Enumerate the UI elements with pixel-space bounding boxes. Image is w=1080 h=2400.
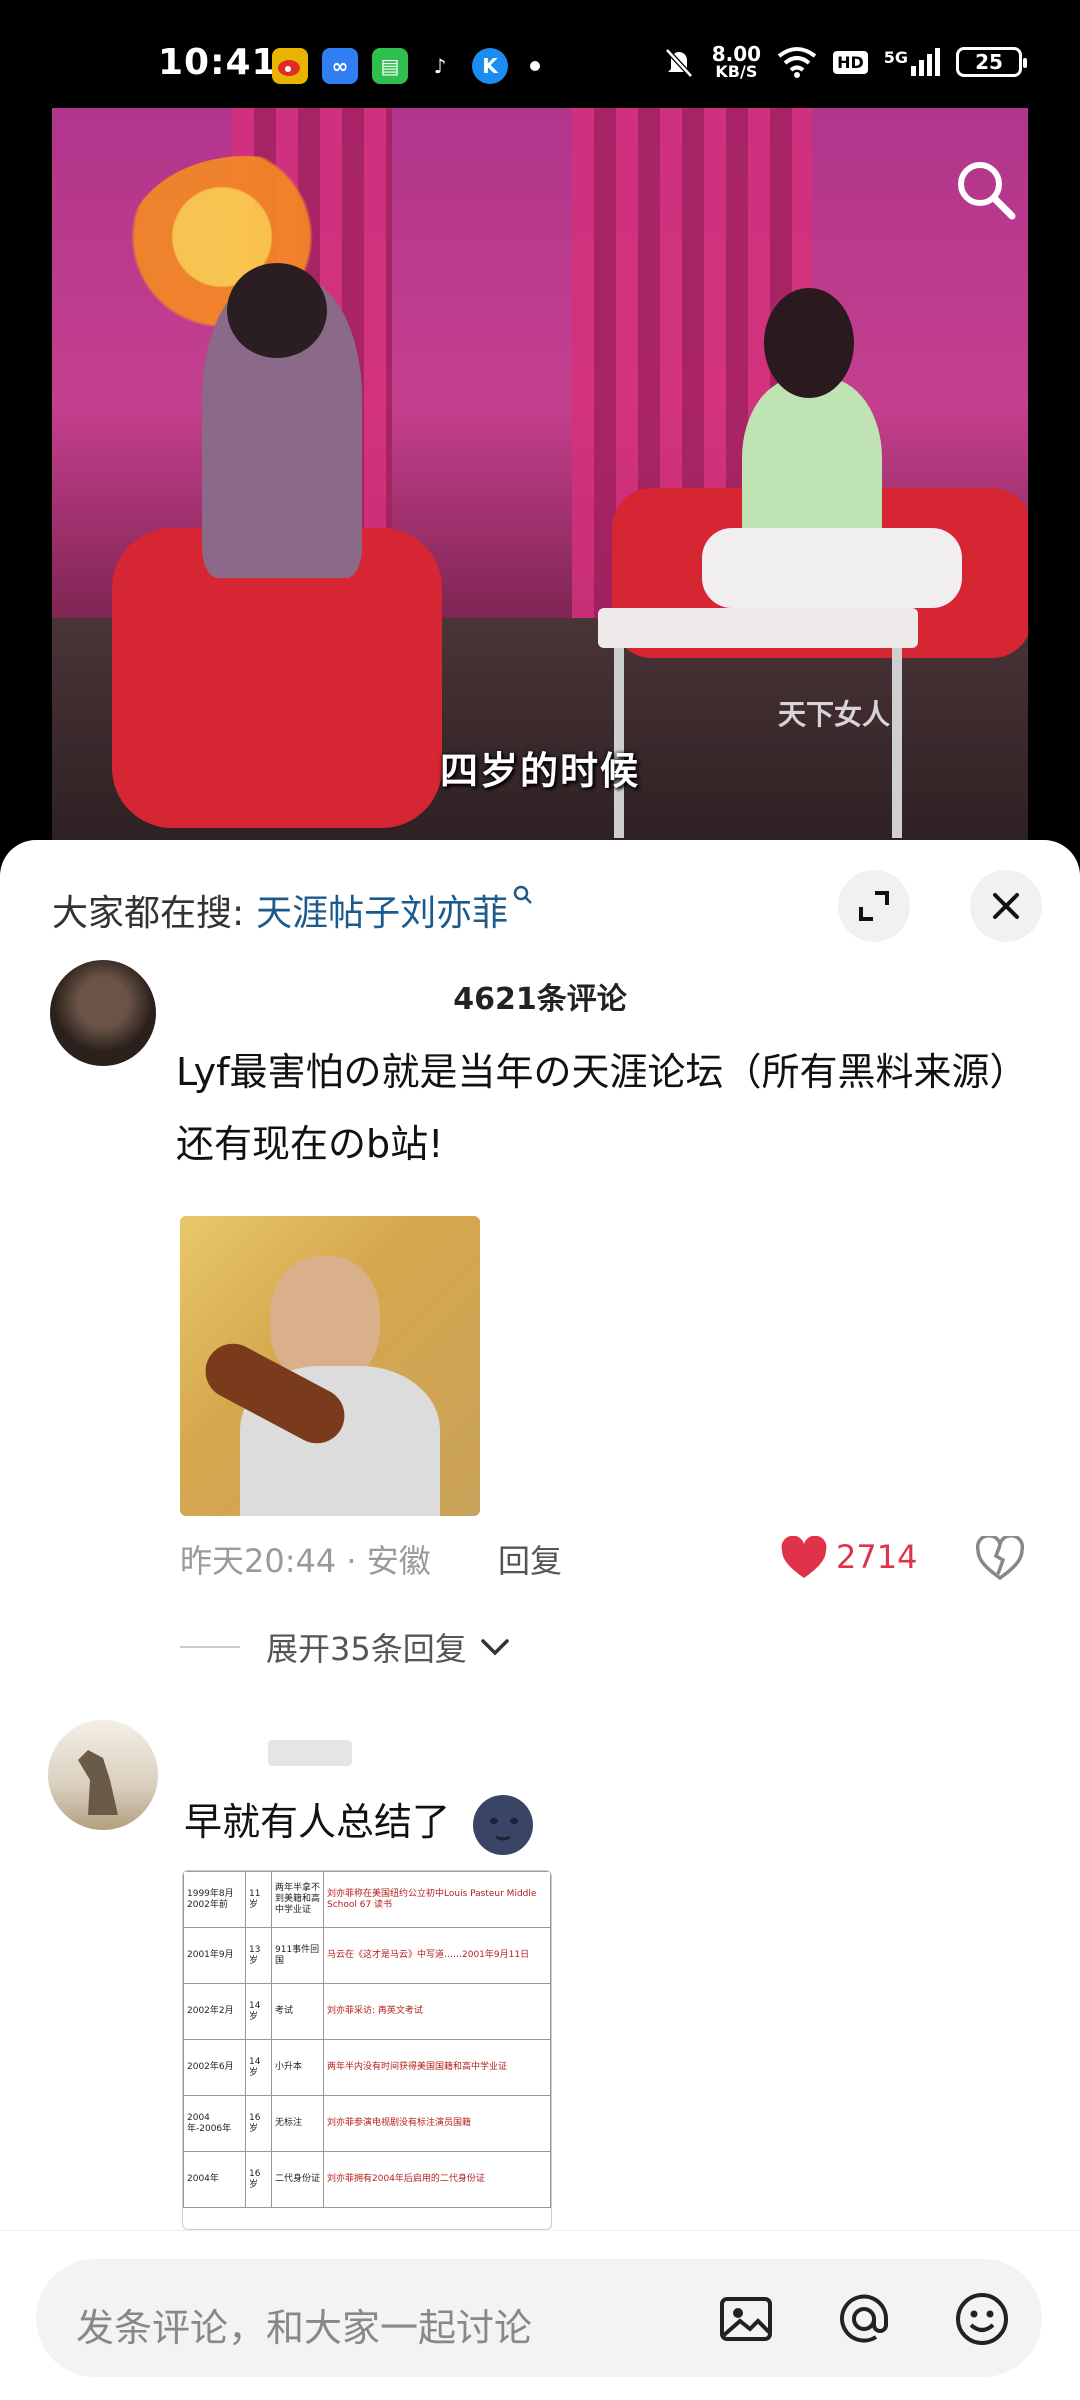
table-row: 2002年6月 14岁 小升本 两年半内没有时间获得美国国籍和高中学业证 [183, 2039, 551, 2096]
reply-button[interactable]: 回复 [498, 1536, 562, 1582]
status-right: 8.00 KB/S HD 5G 25 [662, 44, 1027, 80]
net-speed-unit: KB/S [715, 62, 758, 81]
table-cell-note: 马云在《这才是马云》中写道……2001年9月11日 [323, 1927, 551, 1984]
table-cell-note: 刘亦菲拥有2004年后启用的二代身份证 [323, 2151, 551, 2208]
chevron-down-icon [480, 1639, 509, 1656]
expand-replies-button[interactable]: 展开35条回复 [180, 1624, 511, 1670]
table-cell-date: 1999年8月 2002年前 [183, 1871, 246, 1928]
video-player[interactable]: 天下女人 四岁的时候 [52, 108, 1028, 848]
table-cell-date: 2002年2月 [183, 1983, 246, 2040]
mute-bell-icon [664, 48, 693, 78]
avatar[interactable] [48, 1720, 158, 1830]
tiktok-app-icon: ♪ [422, 48, 458, 84]
table-cell-tag: 两年半拿不到美籍和高中学业证 [271, 1871, 324, 1928]
more-notifications-dot [530, 61, 540, 71]
status-time: 10:41 [158, 42, 278, 83]
table-cell-date: 2002年6月 [183, 2039, 246, 2096]
table-cell-tag: 无标注 [271, 2095, 324, 2152]
table-cell-note: 两年半内没有时间获得美国国籍和高中学业证 [323, 2039, 551, 2096]
video-watermark: 天下女人 [778, 698, 891, 731]
search-icon[interactable] [952, 156, 1018, 222]
table-cell-age: 16岁 [245, 2095, 272, 2152]
signal-icon: 5G [884, 48, 940, 76]
table-cell-note: 刘亦菲称在美国纽约公立初中Louis Pasteur Middle School… [323, 1871, 551, 1928]
hd-badge: HD [833, 50, 868, 74]
table-cell-age: 13岁 [245, 1927, 272, 1984]
close-button[interactable] [970, 870, 1042, 942]
wifi-icon [777, 47, 817, 78]
table-cell-age: 14岁 [245, 2039, 272, 2096]
close-icon [993, 893, 1019, 919]
moon-face-emoji-icon [473, 1794, 534, 1855]
comment-location: 安徽 [366, 1542, 431, 1580]
heart-filled-icon[interactable] [780, 1536, 828, 1580]
comment-count: 4621条评论 [453, 982, 627, 1017]
comment-time: 昨天20:44 [180, 1542, 337, 1580]
horse-icon [78, 1750, 118, 1815]
table-row: 2004年-2006年 16岁 无标注 刘亦菲参演电视剧没有标注演员国籍 [183, 2095, 551, 2152]
net-speed-value: 8.00 [711, 42, 762, 66]
video-scene-table [598, 608, 918, 648]
comment-table-image[interactable]: 1999年8月 2002年前 11岁 两年半拿不到美籍和高中学业证 刘亦菲称在美国纽约… [182, 1870, 552, 2230]
video-scene-guest-skirt [702, 528, 962, 608]
table-row: 2002年2月 14岁 考试 刘亦菲采访: 再英文考试 [183, 1983, 551, 2040]
trending-search-link[interactable]: 天涯帖子刘亦菲 [256, 893, 508, 934]
image-icon[interactable] [716, 2289, 776, 2349]
table-cell-tag: 911事件回国 [271, 1927, 324, 1984]
comment-meme-image[interactable] [180, 1216, 480, 1516]
at-mention-icon[interactable] [834, 2289, 894, 2349]
trending-search-label: 大家都在搜: [52, 893, 245, 934]
network-type: 5G [883, 48, 908, 67]
trending-search: 大家都在搜: 天涯帖子刘亦菲 [52, 884, 534, 936]
search-icon[interactable] [512, 884, 534, 906]
video-subtitle: 四岁的时候 [439, 749, 640, 793]
table-row: 2001年9月 13岁 911事件回国 马云在《这才是马云》中写道……2001年9月1… [183, 1927, 551, 1984]
table-cell-note: 刘亦菲参演电视剧没有标注演员国籍 [323, 2095, 551, 2152]
table-cell-date: 2001年9月 [183, 1927, 246, 1984]
status-bar: 10:41 ∞ ▤ ♪ K 8.00 KB/S HD 5G 25 [0, 0, 1080, 100]
table-cell-tag: 考试 [271, 1983, 324, 2040]
net-speed: 8.00 KB/S [712, 44, 761, 80]
comment-text: 早就有人总结了 [184, 1786, 538, 1858]
comment-sheet: 大家都在搜: 天涯帖子刘亦菲 4621条评论 Lyf最害怕の就是当年の天涯论坛（所… [0, 840, 1080, 2400]
comment-text: Lyf最害怕の就是当年の天涯论坛（所有黑料来源）还有现在のb站! [176, 1050, 1009, 1166]
k-app-icon: K [472, 48, 508, 84]
expand-fullscreen-button[interactable] [838, 870, 910, 942]
expand-icon [859, 891, 889, 921]
expand-divider [180, 1646, 240, 1648]
table-cell-note: 刘亦菲采访: 再英文考试 [323, 1983, 551, 2040]
comment-input-placeholder: 发条评论，和大家一起讨论 [76, 2306, 533, 2350]
username-placeholder [268, 1740, 352, 1766]
comment-text-content: 早就有人总结了 [184, 1800, 451, 1844]
avatar[interactable] [50, 960, 156, 1066]
table-cell-date: 2004年 [183, 2151, 246, 2208]
battery-level: 25 [975, 50, 1003, 74]
table-cell-tag: 小升本 [271, 2039, 324, 2096]
expand-replies-label: 展开35条回复 [266, 1630, 467, 1668]
table-cell-date: 2004年-2006年 [183, 2095, 246, 2152]
timeline-table: 1999年8月 2002年前 11岁 两年半拿不到美籍和高中学业证 刘亦菲称在美国纽约… [183, 1871, 551, 2208]
table-row: 2004年 16岁 二代身份证 刘亦菲拥有2004年后启用的二代身份证 [183, 2151, 551, 2208]
comment-input-bar: 发条评论，和大家一起讨论 [0, 2230, 1080, 2400]
message-app-icon: ▤ [372, 48, 408, 84]
table-cell-age: 11岁 [245, 1871, 272, 1928]
comment-input[interactable]: 发条评论，和大家一起讨论 [36, 2259, 1042, 2377]
video-scene-host-head [227, 263, 327, 358]
comment-meta: 昨天20:44 · 安徽 [180, 1542, 431, 1580]
table-cell-age: 16岁 [245, 2151, 272, 2208]
dislike-broken-heart-icon[interactable] [976, 1536, 1024, 1580]
timeline-table-body: 1999年8月 2002年前 11岁 两年半拿不到美籍和高中学业证 刘亦菲称在美国纽约… [183, 1871, 551, 2208]
weibo-app-icon [272, 48, 308, 84]
infinity-app-icon: ∞ [322, 48, 358, 84]
table-cell-tag: 二代身份证 [271, 2151, 324, 2208]
video-scene-guest-head [764, 288, 854, 398]
emoji-icon[interactable] [952, 2289, 1012, 2349]
table-cell-age: 14岁 [245, 1983, 272, 2040]
battery-icon: 25 [956, 47, 1027, 77]
notification-icons: ∞ ▤ ♪ K [272, 48, 540, 84]
like-count: 2714 [836, 1538, 918, 1576]
table-row: 1999年8月 2002年前 11岁 两年半拿不到美籍和高中学业证 刘亦菲称在美国纽约… [183, 1871, 551, 1928]
